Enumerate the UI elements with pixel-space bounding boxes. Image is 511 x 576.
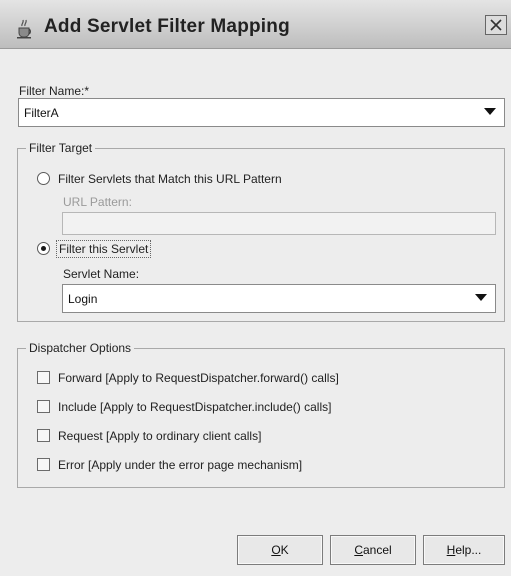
include-checkbox-label[interactable]: Include [Apply to RequestDispatcher.incl… <box>58 400 331 414</box>
filter-name-dropdown[interactable]: FilterA <box>18 98 505 127</box>
chevron-down-icon <box>484 108 496 115</box>
url-pattern-label: URL Pattern: <box>63 195 132 209</box>
cancel-rest: ancel <box>362 543 392 557</box>
servlet-name-value: Login <box>68 292 98 306</box>
cancel-mnemonic: C <box>354 543 363 557</box>
dispatcher-options-title: Dispatcher Options <box>26 341 135 355</box>
cancel-button[interactable]: Cancel <box>330 535 416 565</box>
ok-rest: K <box>280 543 289 557</box>
filter-name-value: FilterA <box>24 106 59 120</box>
url-pattern-field[interactable] <box>62 212 496 235</box>
servlet-option-label[interactable]: Filter this Servlet <box>56 240 152 258</box>
servlet-radio[interactable] <box>37 242 50 255</box>
request-checkbox[interactable] <box>37 429 50 442</box>
url-pattern-radio[interactable] <box>37 172 50 185</box>
forward-checkbox-label[interactable]: Forward [Apply to RequestDispatcher.forw… <box>58 371 339 385</box>
error-checkbox-label[interactable]: Error [Apply under the error page mechan… <box>58 458 302 472</box>
forward-checkbox[interactable] <box>37 371 50 384</box>
error-checkbox[interactable] <box>37 458 50 471</box>
help-button[interactable]: Help... <box>423 535 505 565</box>
window-title: Add Servlet Filter Mapping <box>44 16 290 37</box>
request-checkbox-label[interactable]: Request [Apply to ordinary client calls] <box>58 429 261 443</box>
close-button[interactable] <box>485 15 507 35</box>
filter-target-title: Filter Target <box>26 141 96 155</box>
chevron-down-icon <box>475 294 487 301</box>
help-rest: elp... <box>455 543 482 557</box>
filter-name-label: Filter Name:* <box>19 84 90 98</box>
url-pattern-option-label[interactable]: Filter Servlets that Match this URL Patt… <box>58 172 282 186</box>
ok-mnemonic: O <box>271 543 281 557</box>
radio-selected-dot <box>41 246 46 251</box>
servlet-name-label: Servlet Name: <box>63 267 140 281</box>
ok-button[interactable]: OK <box>237 535 323 565</box>
close-icon <box>490 19 502 31</box>
java-cup-icon <box>17 19 31 39</box>
title-bar: Add Servlet Filter Mapping <box>0 0 511 49</box>
include-checkbox[interactable] <box>37 400 50 413</box>
servlet-name-dropdown[interactable]: Login <box>62 284 496 313</box>
